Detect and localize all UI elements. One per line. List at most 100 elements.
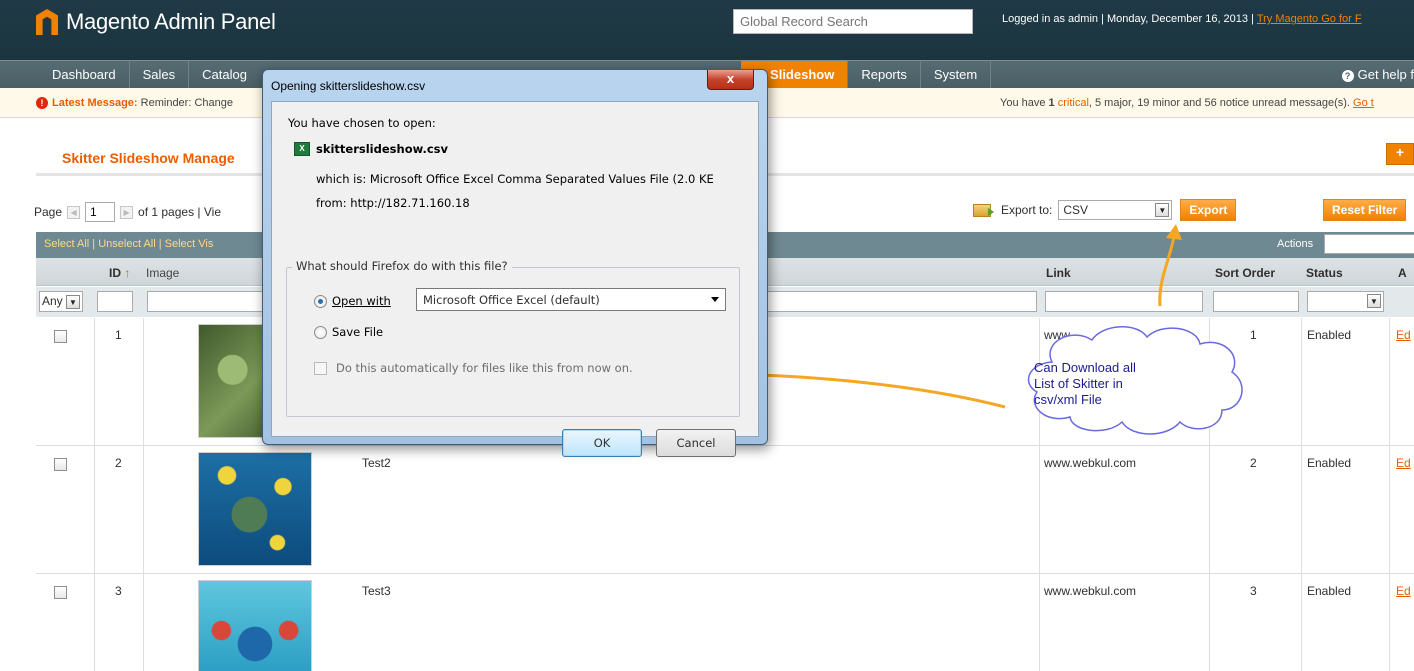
row-id: 1 (115, 328, 122, 342)
row-checkbox[interactable] (54, 458, 67, 471)
reset-filter-button[interactable]: Reset Filter (1323, 199, 1407, 221)
col-sort-order[interactable]: Sort Order (1215, 266, 1275, 280)
row-checkbox[interactable] (54, 330, 67, 343)
status-filter-select[interactable]: ▼ (1307, 291, 1384, 312)
save-file-label[interactable]: Save File (332, 325, 383, 339)
warning-icon: ! (36, 97, 48, 109)
row-id: 3 (115, 584, 122, 598)
file-name: skitterslideshow.csv (316, 142, 449, 156)
chevron-down-icon: ▼ (1367, 294, 1381, 308)
critical-count: 1 (1048, 97, 1055, 109)
row-edit-link[interactable]: Ed (1396, 328, 1411, 342)
summary-prefix: You have (1000, 97, 1049, 109)
id-filter-input[interactable] (97, 291, 133, 312)
prev-page-icon[interactable]: ◀ (67, 205, 81, 219)
row-status: Enabled (1307, 328, 1352, 342)
row-image (198, 452, 312, 566)
open-with-radio[interactable] (314, 295, 327, 308)
actions-select[interactable]: ▼ (1324, 234, 1414, 254)
nav-system[interactable]: System (921, 61, 992, 89)
nav-sales[interactable]: Sales (130, 61, 190, 89)
link-filter-input[interactable] (1045, 291, 1203, 312)
col-status[interactable]: Status (1306, 266, 1343, 280)
pager: Page ◀ ▶ of 1 pages | Vie (34, 202, 221, 222)
row-sort-order: 3 (1250, 584, 1257, 598)
export-label: Export to: (1001, 203, 1053, 217)
row-sort-order: 1 (1250, 328, 1257, 342)
any-filter-value: Any (42, 294, 63, 308)
admin-header: Magento Admin Panel Logged in as admin |… (0, 0, 1414, 60)
file-source: from: http://182.71.160.18 (316, 196, 470, 210)
page-label: Page (34, 205, 63, 219)
col-id[interactable]: ID ↑ (109, 266, 130, 280)
messages-summary: You have 1 critical, 5 major, 19 minor a… (1000, 97, 1374, 109)
row-status: Enabled (1307, 456, 1352, 470)
col-action: A (1398, 266, 1407, 280)
cancel-button[interactable]: Cancel (656, 429, 736, 457)
file-type: which is: Microsoft Office Excel Comma S… (316, 172, 714, 186)
dialog-title: Opening skitterslideshow.csv (271, 79, 426, 93)
sort-arrow-icon: ↑ (124, 266, 131, 280)
actions-label: Actions (1277, 238, 1314, 250)
row-edit-link[interactable]: Ed (1396, 456, 1411, 470)
export-button[interactable]: Export (1180, 199, 1237, 221)
save-file-radio[interactable] (314, 326, 327, 339)
excel-file-icon: X (294, 142, 310, 156)
sort-order-filter-input[interactable] (1213, 291, 1299, 312)
export-controls: Export to: CSV ▼ Export (973, 199, 1237, 221)
export-format-select[interactable]: CSV ▼ (1058, 200, 1173, 220)
page-title: Skitter Slideshow Manage (62, 150, 235, 166)
page-number-input[interactable] (85, 202, 116, 222)
open-with-app-select[interactable]: Microsoft Office Excel (default) (416, 288, 726, 311)
col-link[interactable]: Link (1046, 266, 1071, 280)
chevron-down-icon (711, 297, 719, 302)
callout-text: Can Download all List of Skitter in csv/… (1034, 360, 1136, 407)
pages-info: of 1 pages | Vie (138, 205, 221, 219)
header-info: Logged in as admin | Monday, December 16… (1002, 13, 1362, 25)
open-with-app-value: Microsoft Office Excel (default) (423, 293, 600, 307)
auto-label: Do this automatically for files like thi… (336, 361, 633, 375)
global-search-input[interactable] (733, 9, 973, 34)
row-checkbox[interactable] (54, 586, 67, 599)
close-icon[interactable]: x (707, 70, 754, 90)
magento-logo-icon (36, 9, 58, 35)
try-magento-link[interactable]: Try Magento Go for F (1257, 13, 1362, 25)
get-help-label: Get help f (1357, 67, 1414, 82)
any-filter-select[interactable]: Any ▼ (39, 291, 83, 312)
nav-dashboard[interactable]: Dashboard (0, 61, 130, 89)
magento-logo[interactable]: Magento Admin Panel (36, 9, 276, 35)
row-sort-order: 2 (1250, 456, 1257, 470)
nav-reports[interactable]: Reports (848, 61, 921, 89)
login-info: Logged in as admin | Monday, December 16… (1002, 13, 1257, 25)
file-open-dialog: Opening skitterslideshow.csv x You have … (262, 69, 768, 457)
select-links[interactable]: Select All | Unselect All | Select Vis (44, 238, 213, 250)
latest-message-label: Latest Message: (52, 97, 138, 109)
summary-rest: , 5 major, 19 minor and 56 notice unread… (1088, 97, 1354, 109)
latest-message-text: Reminder: Change (140, 97, 233, 109)
dialog-body: You have chosen to open: X skitterslides… (271, 101, 759, 457)
goto-notifications-link[interactable]: Go t (1353, 97, 1374, 109)
app-title: Magento Admin Panel (66, 9, 276, 34)
chevron-down-icon: ▼ (66, 295, 80, 309)
add-item-button[interactable]: + (1386, 143, 1414, 165)
col-image[interactable]: Image (146, 266, 179, 280)
auto-checkbox[interactable] (314, 362, 327, 375)
row-link: www.webkul.com (1044, 456, 1137, 470)
row-title: Test2 (362, 456, 391, 470)
open-with-label[interactable]: Open with (332, 294, 391, 308)
table-row: 3 Test3 www.webkul.com 3 Enabled Ed (36, 574, 1414, 671)
next-page-icon[interactable]: ▶ (120, 205, 134, 219)
row-image (198, 580, 312, 671)
help-icon: ? (1341, 70, 1354, 82)
latest-message: ! Latest Message: Reminder: Change (36, 97, 233, 109)
question-label: What should Firefox do with this file? (292, 259, 512, 273)
chosen-label: You have chosen to open: (288, 116, 436, 130)
row-id: 2 (115, 456, 122, 470)
chevron-down-icon: ▼ (1155, 203, 1170, 217)
critical-link[interactable]: critical (1058, 97, 1089, 109)
row-status: Enabled (1307, 584, 1352, 598)
get-help-link[interactable]: ? Get help f (1341, 67, 1414, 82)
row-edit-link[interactable]: Ed (1396, 584, 1411, 598)
ok-button[interactable]: OK (562, 429, 642, 457)
row-link: www.webkul.com (1044, 584, 1137, 598)
